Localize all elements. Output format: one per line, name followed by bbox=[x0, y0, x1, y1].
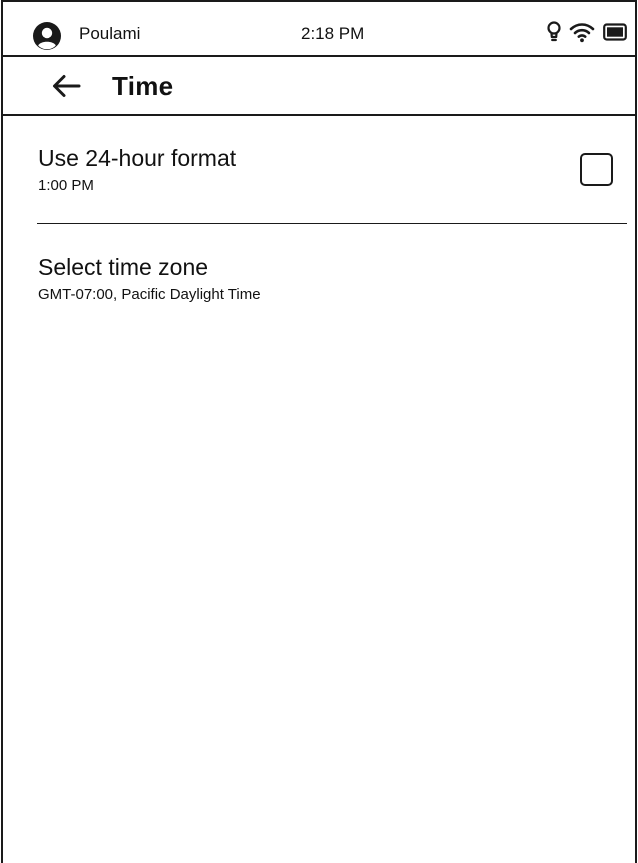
light-bulb-icon bbox=[547, 20, 561, 48]
time-zone-value: GMT-07:00, Pacific Daylight Time bbox=[38, 286, 261, 303]
hour-format-example: 1:00 PM bbox=[38, 177, 94, 194]
back-arrow-icon[interactable] bbox=[47, 71, 87, 101]
page-title: Time bbox=[112, 71, 174, 101]
hour-format-setting[interactable]: Use 24-hour format 1:00 PM bbox=[3, 116, 635, 224]
user-name: Poulami bbox=[79, 24, 141, 43]
status-time: 2:18 PM bbox=[301, 24, 365, 43]
settings-list: Use 24-hour format 1:00 PM Select time z… bbox=[3, 116, 635, 334]
time-zone-setting[interactable]: Select time zone GMT-07:00, Pacific Dayl… bbox=[3, 224, 635, 334]
wifi-icon bbox=[569, 21, 595, 48]
status-bar: Poulami 2:18 PM bbox=[3, 2, 635, 57]
hour-format-title: Use 24-hour format bbox=[38, 145, 237, 171]
hour-format-checkbox[interactable] bbox=[580, 153, 613, 186]
device-screen: Poulami 2:18 PM Time Use 24-hour format … bbox=[1, 0, 637, 863]
time-zone-title: Select time zone bbox=[38, 254, 209, 280]
battery-icon bbox=[603, 22, 627, 46]
status-icons bbox=[547, 20, 627, 48]
avatar-icon[interactable] bbox=[32, 21, 62, 51]
app-header: Time bbox=[3, 57, 635, 116]
